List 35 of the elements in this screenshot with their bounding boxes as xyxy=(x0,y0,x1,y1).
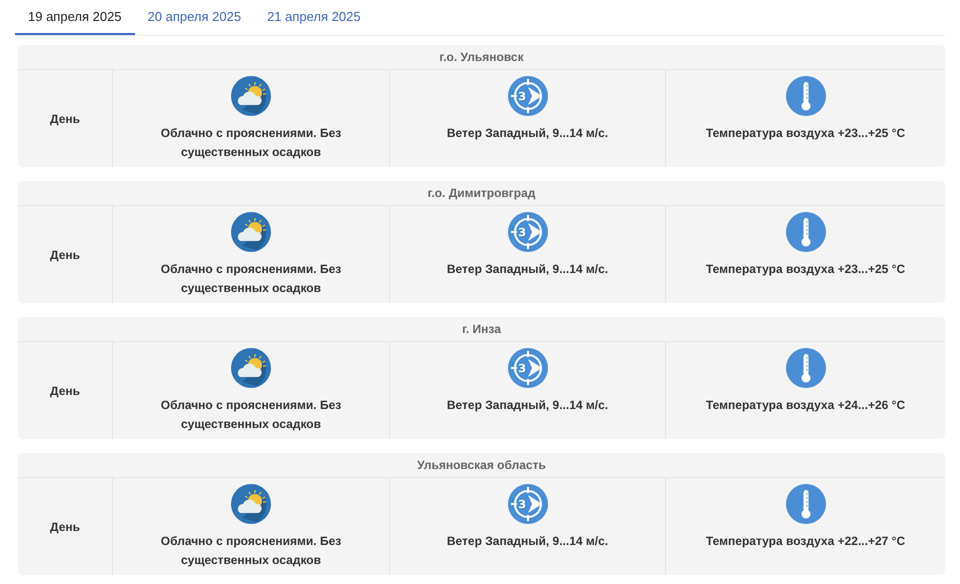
wind-description: Ветер Западный, 9...14 м/с. xyxy=(446,261,610,278)
wind-direction-icon: З xyxy=(508,76,548,116)
temperature-reading: Температура воздуха +22...+27 °С xyxy=(706,533,906,550)
thermometer-icon xyxy=(786,212,826,252)
date-tab[interactable]: 20 апреля 2025 xyxy=(134,0,254,35)
wind-direction-icon: З xyxy=(508,212,548,252)
weather-description: Облачно с прояснениями. Без существенных осадков xyxy=(160,261,342,297)
temperature-reading: Температура воздуха +23...+25 °С xyxy=(706,261,906,278)
cloud-sun-icon xyxy=(231,76,271,116)
date-tab[interactable]: 19 апреля 2025 xyxy=(15,0,135,35)
wind-direction-icon: З xyxy=(508,484,548,524)
period-label: День xyxy=(50,112,80,126)
wind-description: Ветер Западный, 9...14 м/с. xyxy=(446,397,610,414)
period-label: День xyxy=(50,520,80,534)
wind-description: Ветер Западный, 9...14 м/с. xyxy=(446,125,610,142)
weather-description: Облачно с прояснениями. Без существенных осадков xyxy=(160,533,342,569)
region-name: г. Инза xyxy=(462,322,501,336)
thermometer-icon xyxy=(786,484,826,524)
cloud-sun-icon xyxy=(231,348,271,388)
date-tab[interactable]: 21 апреля 2025 xyxy=(254,0,374,35)
cloud-sun-icon xyxy=(231,484,271,524)
wind-direction-icon: З xyxy=(508,348,548,388)
period-label: День xyxy=(50,384,80,398)
cloud-sun-icon xyxy=(231,212,271,252)
wind-description: Ветер Западный, 9...14 м/с. xyxy=(446,533,610,550)
thermometer-icon xyxy=(786,76,826,116)
weather-description: Облачно с прояснениями. Без существенных осадков xyxy=(160,125,342,161)
weather-description: Облачно с прояснениями. Без существенных осадков xyxy=(160,397,342,433)
temperature-reading: Температура воздуха +24...+26 °С xyxy=(706,397,906,414)
region-name: г.о. Ульяновск xyxy=(439,50,524,64)
region-name: г.о. Димитровград xyxy=(428,186,536,200)
region-name: Ульяновская область xyxy=(417,458,546,472)
period-label: День xyxy=(50,248,80,262)
thermometer-icon xyxy=(786,348,826,388)
temperature-reading: Температура воздуха +23...+25 °С xyxy=(706,125,906,142)
